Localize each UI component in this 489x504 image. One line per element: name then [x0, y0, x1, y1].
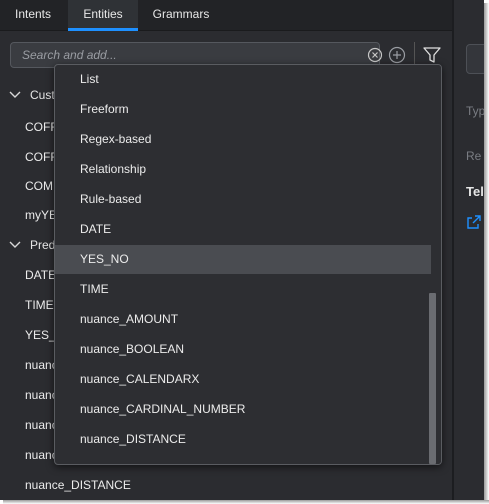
plus-circle-icon[interactable] [388, 46, 406, 64]
window-shadow [3, 500, 489, 504]
menu-item-time[interactable]: TIME [55, 275, 431, 304]
tree-item[interactable]: nuanc [25, 388, 58, 402]
external-link-icon[interactable] [466, 214, 482, 230]
menu-item-nuance-cardinal-number[interactable]: nuance_CARDINAL_NUMBER [55, 395, 431, 424]
menu-item-date[interactable]: DATE [55, 215, 431, 244]
dropdown-scrollbar-thumb[interactable] [429, 293, 436, 464]
chevron-down-icon [9, 241, 21, 248]
tree-item[interactable]: nuanc [25, 418, 58, 432]
menu-item-nuance-amount[interactable]: nuance_AMOUNT [55, 305, 431, 334]
tab-bar: Intents Entities Grammars [0, 0, 452, 31]
tree-item[interactable]: nuanc [25, 448, 58, 462]
menu-item-freeform[interactable]: Freeform [55, 95, 431, 124]
tab-entities[interactable]: Entities [68, 0, 138, 31]
clear-circle-icon[interactable] [367, 47, 383, 63]
menu-item-relationship[interactable]: Relationship [55, 155, 431, 184]
tree-item[interactable]: TIME [25, 298, 54, 312]
tree-item[interactable]: COFF [25, 150, 58, 164]
app-window: Intents Entities Grammars Search and add… [0, 0, 484, 500]
tree-item[interactable]: myYE [25, 208, 57, 222]
tree-item[interactable]: COMI [25, 179, 56, 193]
tab-grammars[interactable]: Grammars [140, 0, 222, 31]
tree-item[interactable]: nuanc [25, 358, 58, 372]
menu-item-list[interactable]: List [55, 65, 431, 94]
menu-item-nuance-calendarx[interactable]: nuance_CALENDARX [55, 365, 431, 394]
details-panel: Typ Re Tel [454, 0, 484, 500]
chevron-down-icon [9, 91, 21, 98]
details-input-box[interactable] [466, 44, 484, 74]
details-label: Re [466, 149, 482, 163]
tree-item[interactable]: COFF [25, 120, 58, 134]
tree-group-label: Pred [30, 238, 56, 252]
menu-item-nuance-distance[interactable]: nuance_DISTANCE [55, 425, 431, 454]
search-placeholder: Search and add... [22, 48, 117, 62]
entity-type-dropdown: List Freeform Regex-based Relationship R… [54, 64, 442, 465]
details-heading: Tel [466, 184, 484, 199]
menu-item-regex-based[interactable]: Regex-based [55, 125, 431, 154]
menu-item-nuance-boolean[interactable]: nuance_BOOLEAN [55, 335, 431, 364]
window-shadow [484, 3, 489, 503]
details-label: Typ [466, 104, 484, 118]
tree-group-label: Cust [30, 88, 55, 102]
menu-item-yes-no[interactable]: YES_NO [55, 245, 431, 274]
tab-intents[interactable]: Intents [0, 0, 66, 31]
tree-item[interactable]: nuance_DISTANCE [25, 478, 131, 492]
filter-funnel-icon[interactable] [422, 45, 442, 65]
menu-item-rule-based[interactable]: Rule-based [55, 185, 431, 214]
tree-item[interactable]: DATE [25, 268, 56, 282]
